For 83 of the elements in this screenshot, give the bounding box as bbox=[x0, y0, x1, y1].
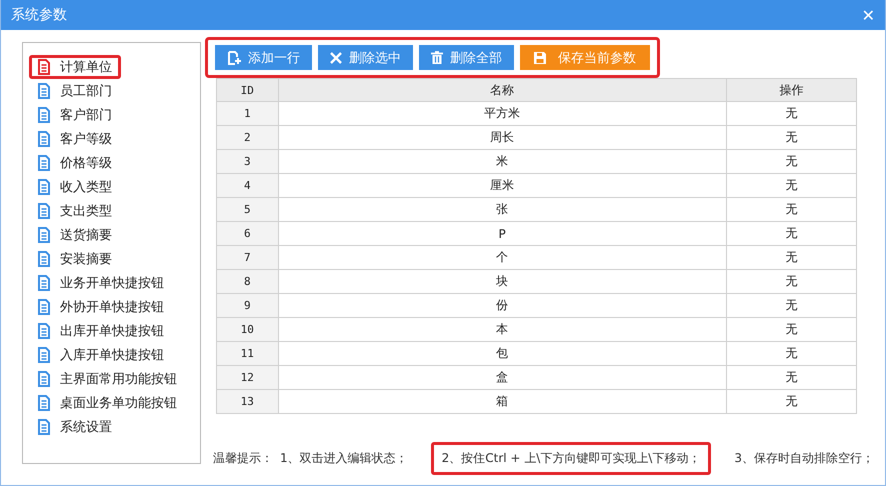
table-cell: 5 bbox=[216, 198, 278, 222]
sidebar-item[interactable]: 入库开单快捷按钮 bbox=[29, 343, 173, 367]
table-cell: 本 bbox=[278, 318, 726, 342]
table-cell: 1 bbox=[216, 102, 278, 126]
document-icon bbox=[38, 323, 50, 339]
sidebar-item[interactable]: 收入类型 bbox=[29, 175, 121, 199]
document-icon bbox=[38, 371, 50, 387]
table-cell: 平方米 bbox=[278, 102, 726, 126]
table-cell: 张 bbox=[278, 198, 726, 222]
sidebar-item[interactable]: 业务开单快捷按钮 bbox=[29, 271, 173, 295]
table-cell: 无 bbox=[726, 246, 856, 270]
document-icon bbox=[38, 347, 50, 363]
sidebar-item[interactable]: 客户部门 bbox=[29, 103, 121, 127]
document-icon bbox=[38, 179, 50, 195]
table-cell: 箱 bbox=[278, 390, 726, 414]
table-cell: 个 bbox=[278, 246, 726, 270]
column-header: 名称 bbox=[278, 78, 726, 102]
window-title: 系统参数 bbox=[11, 6, 67, 24]
table-cell: 无 bbox=[726, 126, 856, 150]
table-cell: 份 bbox=[278, 294, 726, 318]
table-cell: 周长 bbox=[278, 126, 726, 150]
sidebar-item[interactable]: 出库开单快捷按钮 bbox=[29, 319, 173, 343]
table-cell: 9 bbox=[216, 294, 278, 318]
document-icon bbox=[38, 131, 50, 147]
document-icon bbox=[38, 395, 50, 411]
document-icon bbox=[38, 419, 50, 435]
table-cell: P bbox=[278, 222, 726, 246]
sidebar-item[interactable]: 系统设置 bbox=[29, 415, 121, 439]
table-cell: 厘米 bbox=[278, 174, 726, 198]
hint-label: 温馨提示： bbox=[212, 450, 273, 467]
table-cell: 无 bbox=[726, 102, 856, 126]
hint-text: 1、双击进入编辑状态； bbox=[278, 450, 409, 467]
table-cell: 4 bbox=[216, 174, 278, 198]
sidebar-item[interactable]: 外协开单快捷按钮 bbox=[29, 295, 173, 319]
sidebar-item[interactable]: 价格等级 bbox=[29, 151, 121, 175]
hint-text: 2、按住Ctrl + 上\下方向键即可实现上\下移动； bbox=[430, 442, 712, 475]
add-file-icon bbox=[226, 50, 241, 64]
document-icon bbox=[38, 107, 50, 123]
table-cell: 无 bbox=[726, 366, 856, 390]
table-cell: 无 bbox=[726, 270, 856, 294]
table-cell: 米 bbox=[278, 150, 726, 174]
table-cell: 无 bbox=[726, 390, 856, 414]
table-cell: 12 bbox=[216, 366, 278, 390]
sidebar-item[interactable]: 桌面业务单功能按钮 bbox=[29, 391, 186, 415]
sidebar-item[interactable]: 主界面常用功能按钮 bbox=[29, 367, 186, 391]
table-cell: 11 bbox=[216, 342, 278, 366]
document-icon bbox=[38, 299, 50, 315]
table-cell: 包 bbox=[278, 342, 726, 366]
document-icon bbox=[38, 83, 50, 99]
sidebar-item[interactable]: 安装摘要 bbox=[29, 247, 121, 271]
trash-icon bbox=[430, 51, 443, 64]
table-cell: 8 bbox=[216, 270, 278, 294]
table-cell: 盒 bbox=[278, 366, 726, 390]
sidebar-item[interactable]: 员工部门 bbox=[29, 79, 121, 103]
document-icon bbox=[38, 203, 50, 219]
sidebar-item[interactable]: 送货摘要 bbox=[29, 223, 121, 247]
table-cell: 2 bbox=[216, 126, 278, 150]
table-cell: 7 bbox=[216, 246, 278, 270]
table-cell: 无 bbox=[726, 318, 856, 342]
column-header: 操作 bbox=[726, 78, 856, 102]
table-cell: 3 bbox=[216, 150, 278, 174]
table-cell: 无 bbox=[726, 222, 856, 246]
table-cell: 13 bbox=[216, 390, 278, 414]
save-icon bbox=[534, 52, 546, 64]
document-icon bbox=[38, 275, 50, 291]
document-icon bbox=[38, 155, 50, 171]
hint-text: 3、保存时自动排除空行； bbox=[733, 450, 875, 467]
table-cell: 无 bbox=[726, 150, 856, 174]
table-cell: 块 bbox=[278, 270, 726, 294]
sidebar-item[interactable]: 客户等级 bbox=[29, 127, 121, 151]
table-cell: 10 bbox=[216, 318, 278, 342]
sidebar-item[interactable]: 计算单位 bbox=[29, 55, 121, 79]
document-icon bbox=[38, 227, 50, 243]
table-cell: 无 bbox=[726, 342, 856, 366]
table-cell: 无 bbox=[726, 174, 856, 198]
table-cell: 6 bbox=[216, 222, 278, 246]
close-icon bbox=[330, 52, 342, 64]
document-icon bbox=[38, 251, 50, 267]
document-icon bbox=[38, 59, 50, 75]
table-cell: 无 bbox=[726, 198, 856, 222]
sidebar-item[interactable]: 支出类型 bbox=[29, 199, 121, 223]
table-cell: 无 bbox=[726, 294, 856, 318]
column-header: ID bbox=[216, 78, 278, 102]
